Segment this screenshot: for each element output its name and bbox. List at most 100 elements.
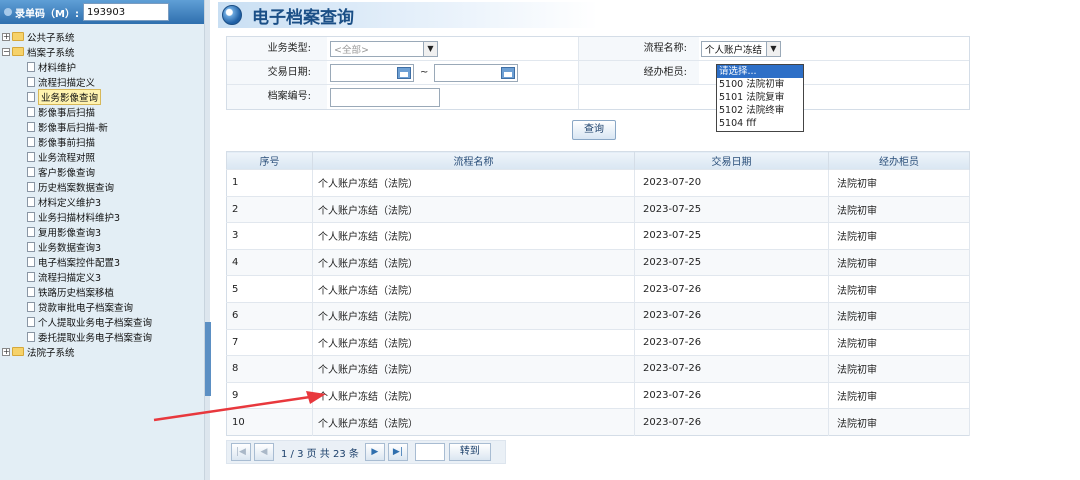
- table-cell: 2023-07-26: [634, 328, 829, 356]
- table-row[interactable]: 3 个人账户冻结（法院） 2023-07-25 法院初审: [226, 222, 970, 250]
- tree-item-label: 个人提取业务电子档案查询: [38, 317, 153, 329]
- page-number-input[interactable]: [414, 443, 445, 461]
- archive-no-input[interactable]: [330, 87, 440, 107]
- last-page-button[interactable]: ▶|: [387, 443, 408, 461]
- table-row[interactable]: 7 个人账户冻结（法院） 2023-07-26 法院初审: [226, 328, 970, 356]
- document-icon: [27, 61, 35, 72]
- table-cell: 个人账户冻结（法院）: [312, 355, 635, 383]
- tree-item[interactable]: 电子档案控件配置3: [0, 254, 204, 269]
- counter-option[interactable]: 5101 法院复审: [717, 91, 803, 104]
- go-button[interactable]: 转到: [448, 443, 491, 461]
- tree-item[interactable]: 流程扫描定义3: [0, 269, 204, 284]
- table-cell: 法院初审: [828, 408, 970, 436]
- tree-item[interactable]: 委托提取业务电子档案查询: [0, 329, 204, 344]
- calendar-icon[interactable]: [501, 66, 516, 79]
- table-cell: 法院初审: [828, 355, 970, 383]
- tree-item[interactable]: − 档案子系统: [0, 44, 204, 59]
- table-cell: 2023-07-26: [634, 275, 829, 303]
- tree-item-label: 材料定义维护3: [38, 197, 102, 209]
- tree-item[interactable]: 影像事后扫描: [0, 104, 204, 119]
- tree-item-label: 业务数据查询3: [38, 242, 102, 254]
- entry-label: 录单码（M）:: [15, 8, 79, 20]
- tree-item[interactable]: 流程扫描定义: [0, 74, 204, 89]
- globe-icon: [222, 5, 242, 25]
- end-date-input[interactable]: [434, 63, 519, 82]
- tree-item-label: 材料维护: [38, 62, 77, 74]
- tree-item[interactable]: 业务扫描材料维护3: [0, 209, 204, 224]
- plus-icon[interactable]: +: [2, 347, 10, 356]
- table-cell: 法院初审: [828, 328, 970, 356]
- tree-item-label: 流程扫描定义3: [38, 272, 102, 284]
- calendar-icon[interactable]: [397, 66, 411, 79]
- document-icon: [27, 91, 35, 102]
- biz-type-label: 业务类型:: [227, 37, 327, 60]
- tree-item-label: 业务扫描材料维护3: [38, 212, 121, 224]
- table-cell: 法院初审: [828, 248, 970, 276]
- tree-item[interactable]: 贷款审批电子档案查询: [0, 299, 204, 314]
- table-cell: 个人账户冻结（法院）: [312, 301, 635, 330]
- biz-type-select[interactable]: <全部> ▼: [330, 40, 438, 57]
- table-row[interactable]: 1 个人账户冻结（法院） 2023-07-20 法院初审: [226, 169, 970, 197]
- table-cell: 5: [226, 275, 313, 303]
- counter-option[interactable]: 5104 fff: [717, 117, 803, 130]
- biz-type-value: <全部>: [334, 44, 369, 56]
- chevron-down-icon[interactable]: ▼: [766, 41, 780, 56]
- tree-item[interactable]: 影像事前扫描: [0, 134, 204, 149]
- flow-name-label: 流程名称:: [579, 37, 699, 60]
- counter-option[interactable]: 请选择...: [717, 65, 803, 78]
- query-button[interactable]: 查询: [572, 120, 616, 140]
- tree-item[interactable]: 个人提取业务电子档案查询: [0, 314, 204, 329]
- tree-item[interactable]: 业务影像查询: [0, 88, 204, 105]
- document-icon: [27, 106, 35, 117]
- counter-option[interactable]: 5102 法院终审: [717, 104, 803, 117]
- tree-item-label: 客户影像查询: [38, 167, 96, 179]
- table-row[interactable]: 4 个人账户冻结（法院） 2023-07-25 法院初审: [226, 248, 970, 276]
- next-page-button[interactable]: ▶: [364, 443, 385, 461]
- table-row[interactable]: 10 个人账户冻结（法院） 2023-07-26 法院初审: [226, 408, 970, 436]
- document-icon: [27, 211, 35, 222]
- table-row[interactable]: 2 个人账户冻结（法院） 2023-07-25 法院初审: [226, 195, 970, 223]
- first-page-button[interactable]: |◀: [231, 443, 251, 461]
- tree-item[interactable]: 影像事后扫描-新: [0, 119, 204, 134]
- tree-item[interactable]: 材料维护: [0, 59, 204, 74]
- tree-item-label: 业务流程对照: [38, 152, 96, 164]
- table-row[interactable]: 5 个人账户冻结（法院） 2023-07-26 法院初审: [226, 275, 970, 303]
- counter-listbox[interactable]: 请选择... 5100 法院初审 5101 法院复审 5102 法院终审 5104 ff…: [716, 64, 804, 132]
- prev-page-button[interactable]: ◀: [254, 443, 274, 461]
- table-row[interactable]: 9 个人账户冻结（法院） 2023-07-26 法院初审: [226, 381, 970, 409]
- entry-code-input[interactable]: [82, 3, 169, 21]
- plus-icon[interactable]: +: [2, 32, 10, 41]
- tree-item[interactable]: 业务流程对照: [0, 149, 204, 164]
- counter-option[interactable]: 5100 法院初审: [717, 78, 803, 91]
- tree-item[interactable]: + 公共子系统: [0, 29, 204, 44]
- start-date-input[interactable]: [330, 63, 414, 82]
- tree-item-label: 复用影像查询3: [38, 227, 102, 239]
- table-row[interactable]: 8 个人账户冻结（法院） 2023-07-26 法院初审: [226, 355, 970, 383]
- document-icon: [27, 166, 35, 177]
- tree-item-label: 影像事前扫描: [38, 137, 96, 149]
- minus-icon[interactable]: −: [2, 47, 10, 56]
- chevron-down-icon[interactable]: ▼: [423, 41, 437, 56]
- tree-item[interactable]: 业务数据查询3: [0, 239, 204, 254]
- tree-item-label: 贷款审批电子档案查询: [38, 302, 134, 314]
- flow-name-select[interactable]: 个人账户冻结 ▼: [701, 40, 781, 57]
- tree-item[interactable]: 复用影像查询3: [0, 224, 204, 239]
- table-cell: 2023-07-25: [634, 195, 829, 223]
- table-cell: 7: [226, 328, 313, 356]
- table-cell: 1: [226, 169, 313, 197]
- tree-item[interactable]: + 法院子系统: [0, 344, 204, 359]
- tree-item[interactable]: 材料定义维护3: [0, 194, 204, 209]
- tree-item[interactable]: 客户影像查询: [0, 164, 204, 179]
- table-row[interactable]: 6 个人账户冻结（法院） 2023-07-26 法院初审: [226, 301, 970, 330]
- date-label: 交易日期:: [227, 61, 327, 84]
- nav-tree: + 公共子系统 − 档案子系统材料维护流程扫描定义 业务影像查询 影像事后扫描 影像事后扫描…: [0, 24, 204, 359]
- arrow-head: [306, 391, 326, 404]
- tree-item-label: 流程扫描定义: [38, 77, 96, 89]
- page-header: 电子档案查询: [218, 2, 598, 28]
- tree-item[interactable]: 历史档案数据查询: [0, 179, 204, 194]
- table-cell: 个人账户冻结（法院）: [312, 408, 635, 436]
- tree-item-label: 铁路历史档案移植: [38, 287, 115, 299]
- table-cell: 2023-07-20: [634, 169, 829, 197]
- table-cell: 个人账户冻结（法院）: [312, 275, 635, 303]
- tree-item[interactable]: 铁路历史档案移植: [0, 284, 204, 299]
